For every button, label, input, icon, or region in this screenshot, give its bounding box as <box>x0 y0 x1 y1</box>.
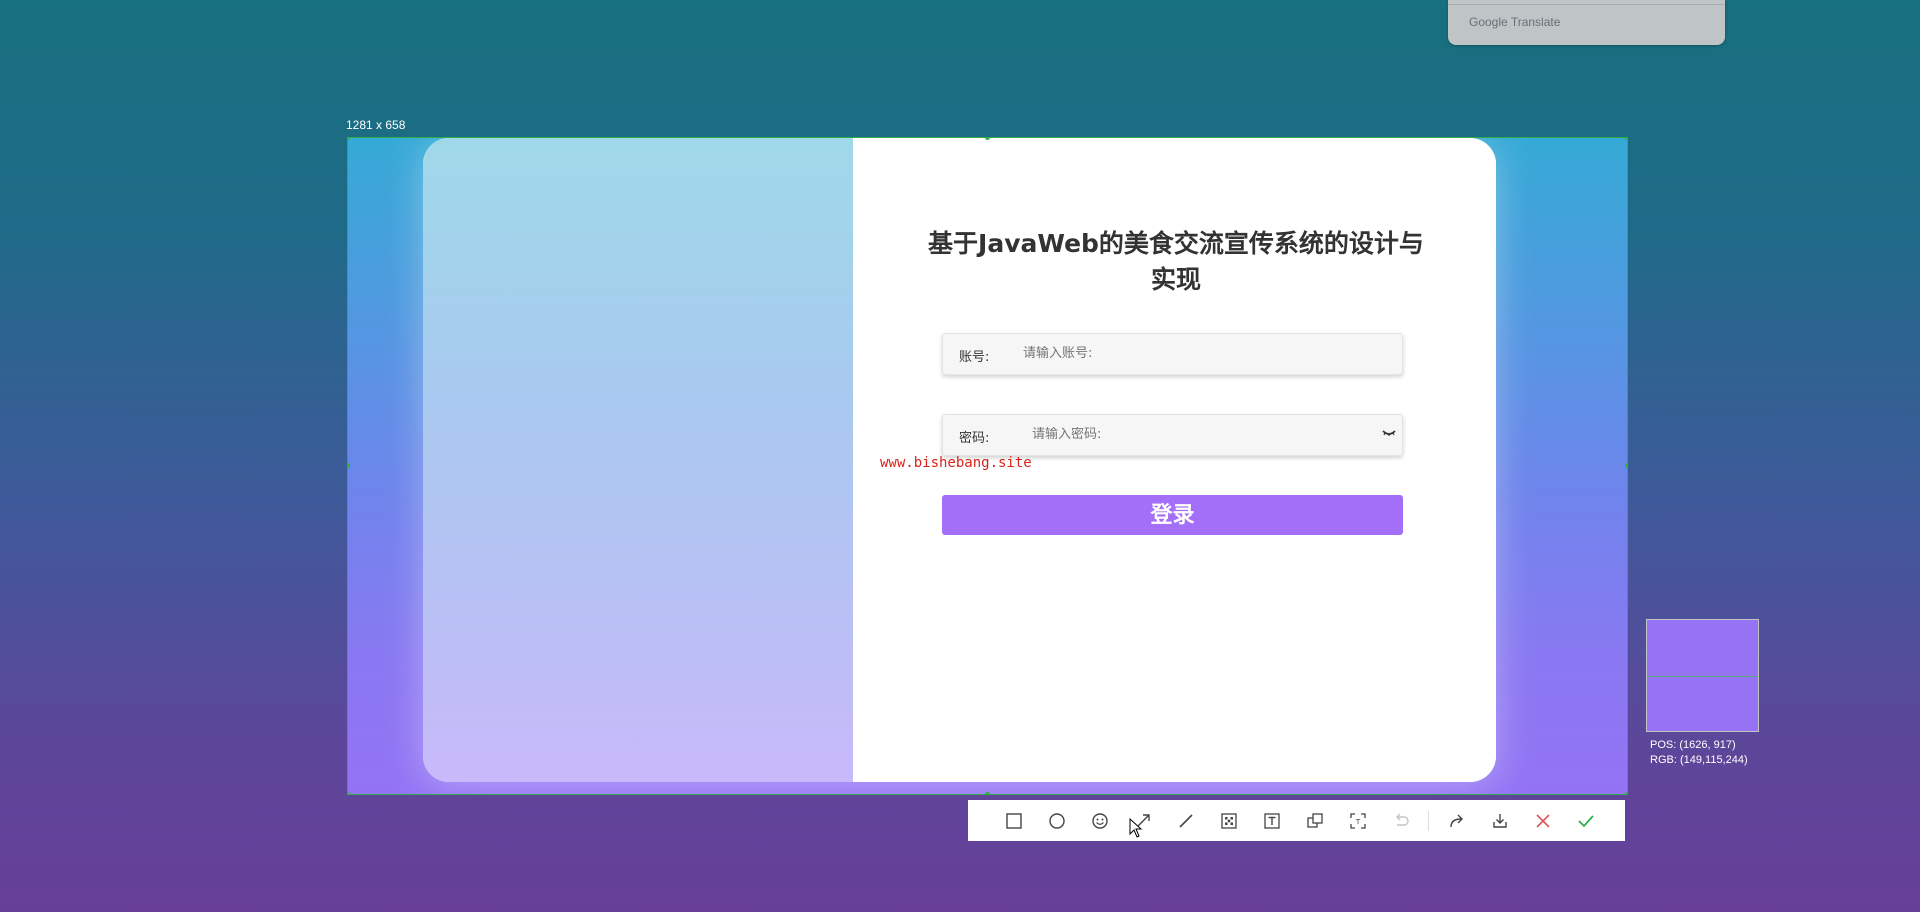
resize-handle-tl[interactable] <box>348 138 350 140</box>
confirm-tool[interactable] <box>1564 800 1607 841</box>
save-tool[interactable] <box>1478 800 1521 841</box>
google-translate-label: Google Translate <box>1469 15 1561 29</box>
pin-tool[interactable] <box>1293 800 1336 841</box>
undo-tool[interactable] <box>1379 800 1422 841</box>
account-field[interactable]: 账号: <box>942 333 1403 375</box>
magnifier-crosshair-v <box>1703 620 1704 731</box>
text-icon <box>1263 812 1280 829</box>
watermark-text: www.bishebang.site <box>880 455 1032 471</box>
magnifier-preview <box>1646 619 1759 732</box>
share-icon <box>1449 814 1463 827</box>
emoji-icon <box>1091 812 1108 829</box>
rgb-readout: RGB: (149,115,244) <box>1650 754 1748 766</box>
mouse-cursor-icon <box>1129 818 1143 838</box>
google-translate-panel: Google Translate <box>1448 0 1725 45</box>
line-tool[interactable] <box>1164 800 1207 841</box>
resize-handle-left[interactable] <box>348 463 350 468</box>
toolbar-divider <box>1428 810 1429 831</box>
emoji-tool[interactable] <box>1078 800 1121 841</box>
ellipse-icon <box>1048 812 1065 829</box>
resize-handle-right[interactable] <box>1625 463 1627 468</box>
selection-size-label: 1281 x 658 <box>346 118 406 132</box>
cancel-tool[interactable] <box>1521 800 1564 841</box>
card-left-panel <box>423 138 853 782</box>
login-button[interactable]: 登录 <box>942 495 1403 535</box>
svg-text:T: T <box>1354 818 1360 826</box>
password-label: 密码: <box>959 431 990 446</box>
position-readout: POS: (1626, 917) <box>1650 739 1736 751</box>
resize-handle-bl[interactable] <box>348 792 350 794</box>
cursor-info: POS: (1626, 917) RGB: (149,115,244) <box>1650 738 1748 768</box>
resize-handle-bottom[interactable] <box>985 792 990 794</box>
page-title: 基于JavaWeb的美食交流宣传系统的设计与实现 <box>928 229 1424 294</box>
ocr-icon: T <box>1349 812 1366 829</box>
line-icon <box>1178 813 1193 828</box>
cancel-icon <box>1535 813 1550 828</box>
rectangle-tool[interactable] <box>992 800 1035 841</box>
confirm-icon <box>1577 814 1594 827</box>
account-input[interactable] <box>1023 346 1383 361</box>
rectangle-icon <box>1005 812 1022 829</box>
undo-icon <box>1395 813 1409 826</box>
password-field[interactable]: 密码: <box>942 414 1403 456</box>
resize-handle-tr[interactable] <box>1625 138 1627 140</box>
share-tool[interactable] <box>1435 800 1478 841</box>
text-tool[interactable] <box>1250 800 1293 841</box>
screenshot-toolbar: T <box>968 800 1625 841</box>
resize-handle-br[interactable] <box>1625 792 1627 794</box>
password-input[interactable] <box>1032 427 1372 442</box>
ellipse-tool[interactable] <box>1035 800 1078 841</box>
mosaic-tool[interactable] <box>1207 800 1250 841</box>
account-label: 账号: <box>959 350 990 365</box>
eye-closed-icon[interactable] <box>1382 428 1396 438</box>
translate-divider <box>1448 4 1725 5</box>
mosaic-icon <box>1220 812 1237 829</box>
ocr-tool[interactable]: T <box>1336 800 1379 841</box>
save-icon <box>1492 813 1507 828</box>
pin-icon <box>1306 812 1323 828</box>
